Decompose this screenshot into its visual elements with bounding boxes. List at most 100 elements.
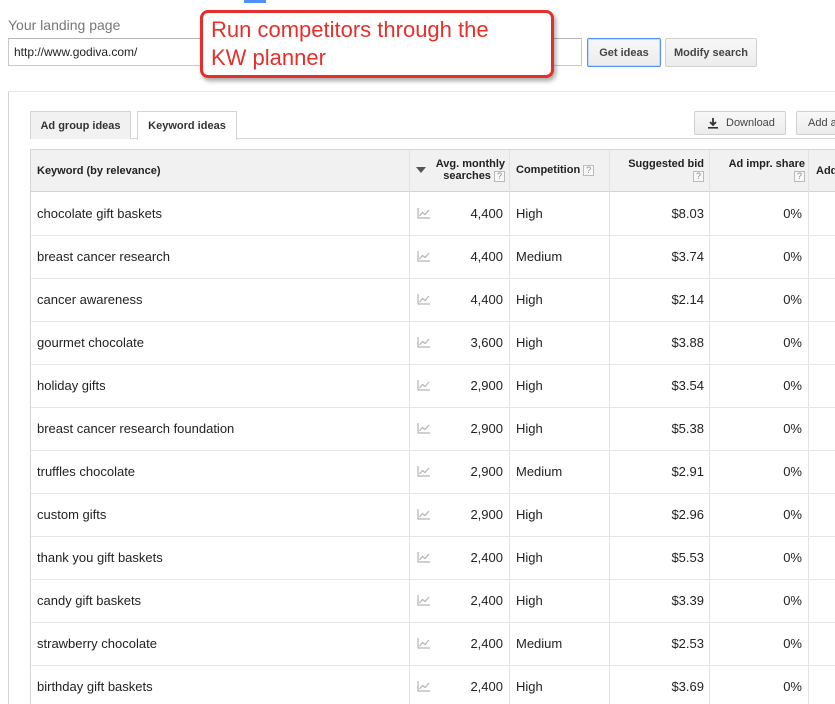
competition-cell: High: [516, 550, 543, 565]
column-header-competition[interactable]: Competition ?: [516, 164, 595, 176]
competition-cell: Medium: [516, 636, 563, 651]
download-button[interactable]: Download: [694, 111, 786, 135]
ad-impr-share-cell: 0%: [783, 378, 802, 393]
ad-impr-share-cell: 0%: [783, 206, 802, 221]
add-all-button[interactable]: Add a: [796, 111, 835, 135]
landing-page-label: Your landing page: [8, 17, 121, 33]
avg-monthly-searches-cell: 2,900: [470, 464, 503, 479]
keyword-cell: breast cancer research: [37, 249, 170, 264]
avg-monthly-searches-cell: 4,400: [470, 206, 503, 221]
competition-cell: High: [516, 679, 543, 694]
table-row: strawberry chocolate 2,400 Medium $2.53 0%: [31, 622, 835, 666]
help-icon[interactable]: ?: [583, 164, 595, 176]
competition-cell: High: [516, 335, 543, 350]
suggested-bid-cell: $3.88: [671, 335, 704, 350]
tab-ad-group-ideas[interactable]: Ad group ideas: [30, 111, 131, 139]
tab-keyword-ideas[interactable]: Keyword ideas: [137, 111, 237, 140]
keyword-cell: breast cancer research foundation: [37, 421, 235, 436]
help-icon[interactable]: ?: [693, 170, 704, 182]
download-icon: [708, 118, 718, 129]
download-label: Download: [726, 117, 775, 129]
avg-monthly-searches-cell: 2,400: [470, 550, 503, 565]
suggested-bid-cell: $2.53: [671, 636, 704, 651]
table-row: breast cancer research 4,400 Medium $3.74 0%: [31, 235, 835, 279]
keyword-cell: truffles chocolate: [37, 464, 136, 479]
competition-cell: High: [516, 206, 543, 221]
avg-monthly-searches-cell: 4,400: [470, 292, 503, 307]
keyword-cell: gourmet chocolate: [37, 335, 144, 350]
keyword-cell: chocolate gift baskets: [37, 206, 163, 221]
table-row: chocolate gift baskets 4,400 High $8.03 0%: [31, 192, 835, 236]
competition-cell: High: [516, 593, 543, 608]
keyword-cell: holiday gifts: [37, 378, 106, 393]
table-row: holiday gifts 2,900 High $3.54 0%: [31, 364, 835, 408]
column-header-suggested-bid[interactable]: Suggested bid ?: [609, 158, 704, 182]
competition-cell: High: [516, 421, 543, 436]
keyword-cell: thank you gift baskets: [37, 550, 163, 565]
column-header-avg-monthly-searches[interactable]: Avg. monthly searches ?: [427, 158, 505, 182]
impr-header-help: ?: [711, 170, 805, 182]
competition-cell: High: [516, 292, 543, 307]
competition-cell: High: [516, 507, 543, 522]
get-ideas-button[interactable]: Get ideas: [587, 38, 661, 67]
ad-impr-share-cell: 0%: [783, 593, 802, 608]
table-row: thank you gift baskets 2,400 High $5.53 0%: [31, 536, 835, 580]
competition-cell: High: [516, 378, 543, 393]
competition-cell: Medium: [516, 464, 563, 479]
avg-monthly-searches-cell: 2,400: [470, 679, 503, 694]
avg-monthly-searches-cell: 2,900: [470, 378, 503, 393]
suggested-bid-cell: $2.91: [671, 464, 704, 479]
avg-header-line-2: searches ?: [427, 170, 505, 182]
sort-desc-icon[interactable]: [416, 167, 426, 173]
bid-header-text: Suggested bid: [628, 158, 704, 170]
nav-accent-bar: [244, 0, 266, 3]
ad-impr-share-cell: 0%: [783, 636, 802, 651]
avg-monthly-searches-cell: 3,600: [470, 335, 503, 350]
suggested-bid-cell: $3.69: [671, 679, 704, 694]
suggested-bid-cell: $2.14: [671, 292, 704, 307]
suggested-bid-cell: $8.03: [671, 206, 704, 221]
table-row: breast cancer research foundation 2,900 Hi…: [31, 407, 835, 451]
avg-monthly-searches-cell: 2,400: [470, 593, 503, 608]
annotation-callout: Run competitors through the KW planner: [200, 10, 554, 78]
keyword-cell: birthday gift baskets: [37, 679, 153, 694]
keyword-cell: candy gift baskets: [37, 593, 142, 608]
help-icon[interactable]: ?: [494, 170, 505, 182]
suggested-bid-cell: $2.96: [671, 507, 704, 522]
avg-monthly-searches-cell: 2,900: [470, 421, 503, 436]
avg-monthly-searches-cell: 2,900: [470, 507, 503, 522]
ad-impr-share-cell: 0%: [783, 335, 802, 350]
ad-impr-share-cell: 0%: [783, 679, 802, 694]
suggested-bid-cell: $3.74: [671, 249, 704, 264]
column-header-ad-impr-share[interactable]: Ad impr. share ?: [711, 158, 805, 182]
suggested-bid-cell: $3.54: [671, 378, 704, 393]
suggested-bid-cell: $3.39: [671, 593, 704, 608]
competition-cell: Medium: [516, 249, 563, 264]
keyword-cell: cancer awareness: [37, 292, 143, 307]
competition-header-text: Competition: [516, 164, 581, 176]
table-row: custom gifts 2,900 High $2.96 0%: [31, 493, 835, 537]
ad-impr-share-cell: 0%: [783, 249, 802, 264]
avg-monthly-searches-cell: 2,400: [470, 636, 503, 651]
column-header-keyword[interactable]: Keyword (by relevance): [37, 165, 161, 177]
avg-header-line-1: Avg. monthly: [435, 158, 505, 170]
ad-impr-share-cell: 0%: [783, 550, 802, 565]
suggested-bid-cell: $5.38: [671, 421, 704, 436]
table-row: birthday gift baskets 2,400 High $3.69 0%: [31, 665, 835, 704]
keyword-cell: custom gifts: [37, 507, 107, 522]
column-header-add: Add: [816, 165, 835, 177]
ad-impr-share-cell: 0%: [783, 464, 802, 479]
ad-impr-share-cell: 0%: [783, 421, 802, 436]
table-row: gourmet chocolate 3,600 High $3.88 0%: [31, 321, 835, 365]
impr-header-text: Ad impr. share: [728, 158, 805, 170]
table-row: candy gift baskets 2,400 High $3.39 0%: [31, 579, 835, 623]
keyword-ideas-table: Keyword (by relevance) Avg. monthly sear…: [30, 149, 835, 704]
ad-impr-share-cell: 0%: [783, 292, 802, 307]
help-icon[interactable]: ?: [794, 170, 805, 182]
avg-monthly-searches-cell: 4,400: [470, 249, 503, 264]
add-all-label: Add a: [808, 117, 835, 129]
bid-header-help: ?: [609, 170, 704, 182]
annotation-line-1: Run competitors through the: [211, 17, 489, 42]
modify-search-button[interactable]: Modify search: [665, 38, 757, 67]
table-header: Keyword (by relevance) Avg. monthly sear…: [31, 150, 835, 192]
